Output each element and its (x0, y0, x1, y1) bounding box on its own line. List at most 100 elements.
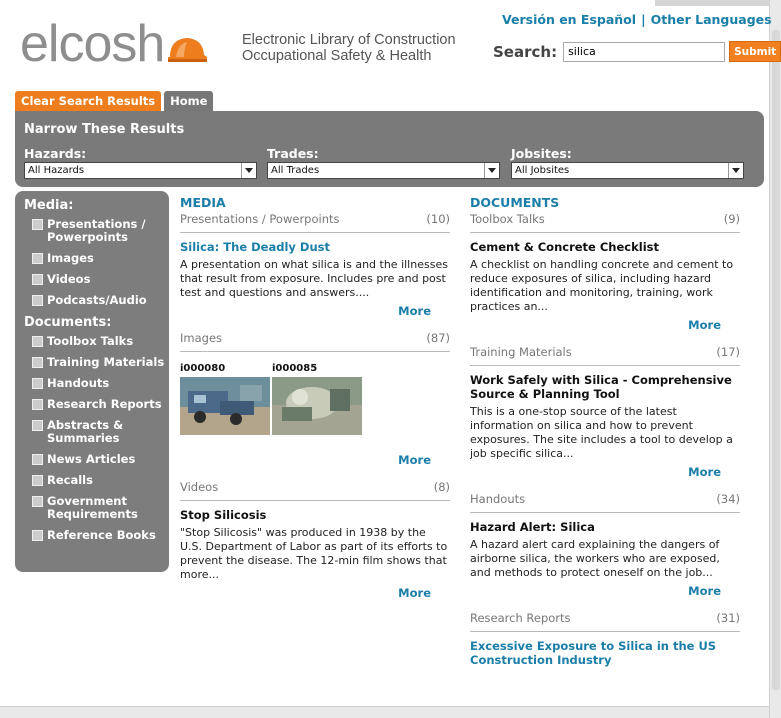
trades-label: Trades: (267, 146, 319, 161)
chevron-down-icon[interactable] (241, 163, 256, 178)
sidebar-item-images[interactable]: Images (24, 252, 169, 265)
image-thumbnail[interactable]: i000080 (180, 362, 270, 439)
tab-bar: Clear Search Results Home (15, 91, 216, 111)
research-reports-section-header: Research Reports (31) (470, 610, 740, 632)
result-description: A checklist on handling concrete and cem… (470, 258, 734, 313)
checkbox[interactable] (32, 357, 43, 368)
checkbox[interactable] (32, 399, 43, 410)
logo-text: elcosh (20, 15, 165, 73)
sidebar-item-training-materials[interactable]: Training Materials (24, 356, 169, 369)
hazards-select[interactable]: All Hazards (24, 162, 257, 179)
checkbox[interactable] (32, 454, 43, 465)
sidebar-item-podcasts[interactable]: Podcasts/Audio (24, 294, 169, 307)
sidebar-media-title: Media: (24, 198, 74, 213)
elcosh-logo[interactable]: elcosh (20, 18, 208, 70)
search-bar: Search: Submit (493, 41, 781, 62)
result-title-link[interactable]: Stop Silicosis (180, 508, 450, 522)
clear-search-results-tab[interactable]: Clear Search Results (15, 91, 162, 111)
images-section-header: Images (87) (180, 330, 450, 352)
checkbox[interactable] (32, 253, 43, 264)
result-description: A hazard alert card explaining the dange… (470, 538, 720, 579)
sidebar-item-toolbox-talks[interactable]: Toolbox Talks (24, 335, 169, 348)
jobsites-label: Jobsites: (511, 146, 572, 161)
section-count: (87) (426, 331, 450, 345)
window-top-edge (655, 0, 769, 6)
sidebar-item-label: Toolbox Talks (47, 334, 134, 348)
sidebar-item-research-reports[interactable]: Research Reports (24, 398, 169, 411)
sidebar-item-videos[interactable]: Videos (24, 273, 169, 286)
section-label: Toolbox Talks (470, 212, 545, 226)
checkbox[interactable] (32, 496, 43, 507)
hazards-select-value: All Hazards (28, 165, 85, 176)
result-title-link[interactable]: Hazard Alert: Silica (470, 520, 740, 534)
jobsites-select[interactable]: All Jobsites (511, 162, 744, 179)
sidebar-item-label: Government Requirements (47, 494, 138, 521)
sidebar-item-label: Podcasts/Audio (47, 293, 147, 307)
spanish-version-link[interactable]: Versión en Español (502, 12, 636, 27)
result-title-link[interactable]: Work Safely with Silica - Comprehensive … (470, 373, 740, 401)
sidebar-item-news-articles[interactable]: News Articles (24, 453, 169, 466)
sidebar-item-label: Videos (47, 272, 91, 286)
trades-filter: Trades: All Trades (267, 146, 500, 179)
trades-select[interactable]: All Trades (267, 162, 500, 179)
checkbox[interactable] (32, 295, 43, 306)
checkbox[interactable] (32, 336, 43, 347)
sidebar-item-label: Training Materials (47, 355, 165, 369)
more-link[interactable]: More (470, 584, 740, 598)
more-link[interactable]: More (180, 586, 450, 600)
hard-hat-icon (168, 38, 208, 62)
sidebar-item-label: Images (47, 251, 94, 265)
sidebar-item-recalls[interactable]: Recalls (24, 474, 169, 487)
vertical-scrollbar[interactable] (769, 0, 781, 718)
checkbox[interactable] (32, 420, 43, 431)
submit-button[interactable]: Submit (729, 41, 781, 62)
trades-select-value: All Trades (271, 165, 320, 176)
jobsites-select-value: All Jobsites (515, 165, 570, 176)
more-link[interactable]: More (470, 318, 740, 332)
more-link[interactable]: More (180, 304, 450, 318)
sidebar-item-presentations[interactable]: Presentations / Powerpoints (24, 218, 169, 244)
sidebar-item-abstracts[interactable]: Abstracts & Summaries (24, 419, 169, 445)
sidebar-item-label: News Articles (47, 452, 136, 466)
tagline-line-2: Occupational Safety & Health (242, 48, 432, 64)
media-column: MEDIA Presentations / Powerpoints (10) S… (180, 195, 450, 600)
result-title-link[interactable]: Cement & Concrete Checklist (470, 240, 740, 254)
tagline-line-1: Electronic Library of Construction (242, 32, 456, 48)
chevron-down-icon[interactable] (728, 163, 743, 178)
other-languages-link[interactable]: Other Languages (651, 12, 772, 27)
section-count: (17) (716, 345, 740, 359)
section-label: Handouts (470, 492, 526, 506)
language-separator: | (641, 12, 646, 27)
sidebar-item-handouts[interactable]: Handouts (24, 377, 169, 390)
construction-photo-image[interactable] (180, 377, 270, 435)
checkbox[interactable] (32, 475, 43, 486)
checkbox[interactable] (32, 378, 43, 389)
search-input[interactable] (563, 41, 726, 62)
more-link[interactable]: More (470, 465, 740, 479)
checkbox[interactable] (32, 219, 43, 230)
training-materials-section-header: Training Materials (17) (470, 344, 740, 366)
sidebar-item-label: Reference Books (47, 528, 156, 542)
section-label: Training Materials (470, 345, 572, 359)
home-tab[interactable]: Home (164, 91, 214, 111)
videos-section-header: Videos (8) (180, 479, 450, 501)
result-title-link[interactable]: Silica: The Deadly Dust (180, 240, 450, 254)
result-description: "Stop Silicosis" was produced in 1938 by… (180, 526, 448, 581)
section-count: (10) (426, 212, 450, 226)
section-count: (9) (723, 212, 740, 226)
construction-photo-image[interactable] (272, 377, 362, 435)
image-thumbnail[interactable]: i000085 (272, 362, 362, 439)
checkbox[interactable] (32, 530, 43, 541)
checkbox[interactable] (32, 274, 43, 285)
result-title-link[interactable]: Excessive Exposure to Silica in the US C… (470, 639, 740, 667)
sidebar-item-reference-books[interactable]: Reference Books (24, 529, 169, 542)
more-link[interactable]: More (180, 453, 450, 467)
section-label: Presentations / Powerpoints (180, 212, 340, 226)
sidebar: Media: Presentations / Powerpoints Image… (15, 191, 169, 572)
sidebar-item-government-requirements[interactable]: Government Requirements (24, 495, 169, 521)
horizontal-scrollbar[interactable] (0, 706, 769, 718)
scrollbar-thumb[interactable] (772, 30, 780, 690)
thumbnail-id: i000085 (272, 363, 318, 374)
chevron-down-icon[interactable] (484, 163, 499, 178)
language-links: Versión en Español | Other Languages (502, 12, 772, 27)
